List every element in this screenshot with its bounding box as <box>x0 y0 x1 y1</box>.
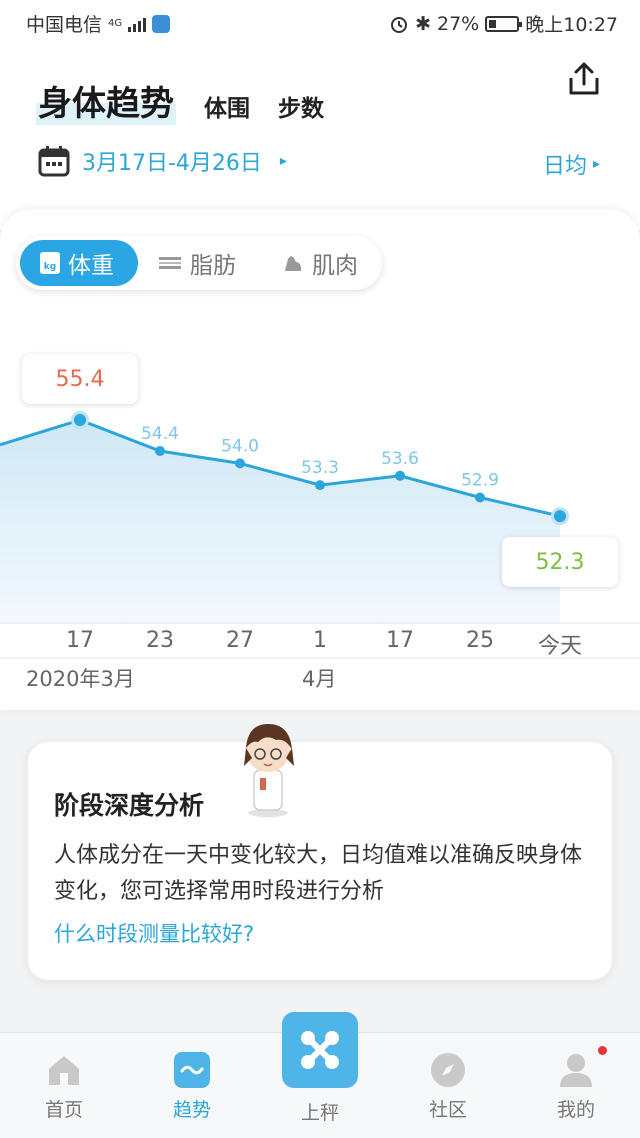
calendar-icon <box>38 146 70 177</box>
nav-trend-label: 趋势 <box>172 1099 211 1121</box>
data-label: 53.3 <box>301 458 339 478</box>
status-right: ✱ 27% 晚上10:27 <box>389 10 618 37</box>
battery-icon <box>485 15 523 32</box>
compass-icon <box>431 1053 465 1087</box>
nav-scale-label: 上秤 <box>300 1102 339 1124</box>
nav-me-label: 我的 <box>556 1099 595 1121</box>
date-range-selector[interactable]: 3月17日-4月26日 ▸ <box>38 145 287 177</box>
data-point[interactable] <box>315 480 325 491</box>
data-label: 54.4 <box>141 424 179 444</box>
status-bar: 中国电信 4G ✱ 27% 晚上10:27 <box>0 0 640 46</box>
daily-average-selector[interactable]: 日均 ▸ <box>543 148 600 180</box>
doctor-avatar-icon <box>244 724 294 817</box>
nav-community-label: 社区 <box>428 1099 467 1121</box>
date-range-label: 3月17日-4月26日 <box>82 151 262 176</box>
battery-percent: 27% <box>437 12 480 35</box>
x-tick-label: 25 <box>466 628 494 653</box>
x-tick-label: 1 <box>313 628 327 653</box>
tab-body-trend[interactable]: 身体趋势 <box>36 76 176 125</box>
signal-icon <box>128 16 147 32</box>
nav-me[interactable]: 我的 <box>526 1033 626 1138</box>
share-icon[interactable] <box>566 60 602 98</box>
chart-card: 54.4 54.0 53.3 53.6 52.9 kg 体重 脂肪 肌肉 55.4 52… <box>0 210 640 710</box>
kg-icon: kg <box>40 252 60 274</box>
data-point[interactable] <box>475 492 485 503</box>
analysis-card: 阶段深度分析 人体成分在一天中变化较大，日均值难以准确反映身体变化，您可选择常用… <box>28 742 612 980</box>
max-value-tooltip: 55.4 <box>22 354 138 404</box>
nav-trend[interactable]: 趋势 <box>142 1033 242 1138</box>
metric-tab-weight-label: 体重 <box>68 253 114 279</box>
analysis-title: 阶段深度分析 <box>54 791 205 820</box>
fat-icon <box>159 257 181 269</box>
bluetooth-icon: ✱ <box>415 12 431 35</box>
notification-dot <box>598 1046 607 1055</box>
data-point[interactable] <box>155 446 165 456</box>
data-point[interactable] <box>395 470 405 481</box>
metric-tab-fat[interactable]: 脂肪 <box>154 240 264 286</box>
muscle-icon <box>285 256 301 271</box>
status-left: 中国电信 4G <box>26 10 171 37</box>
latest-value-tooltip: 52.3 <box>502 537 618 587</box>
network-label: 4G <box>108 17 123 29</box>
x-tick-label: 17 <box>66 628 94 653</box>
metric-segment-control: kg 体重 脂肪 肌肉 <box>16 236 382 290</box>
metric-tab-fat-label: 脂肪 <box>190 253 236 279</box>
x-tick-label: 27 <box>226 628 254 653</box>
user-icon <box>560 1054 592 1087</box>
chart-area-fill <box>0 420 560 623</box>
alarm-icon <box>391 16 408 33</box>
trend-icon <box>174 1052 210 1088</box>
data-label: 52.9 <box>461 471 499 491</box>
month-label-april: 4月 <box>302 667 337 691</box>
scale-icon <box>301 1031 339 1069</box>
scale-button[interactable] <box>282 1012 358 1088</box>
date-arrow-icon: ▸ <box>279 153 287 169</box>
measurement-time-link[interactable]: 什么时段测量比较好? <box>54 918 254 948</box>
metric-tab-muscle-label: 肌肉 <box>312 253 358 279</box>
header-tabs: 身体趋势 体围 步数 <box>36 76 324 125</box>
data-label: 53.6 <box>381 449 419 469</box>
analysis-body: 人体成分在一天中变化较大，日均值难以准确反映身体变化，您可选择常用时段进行分析 <box>54 843 583 904</box>
tab-steps[interactable]: 步数 <box>278 89 324 125</box>
carrier-label: 中国电信 <box>26 14 103 36</box>
nav-community[interactable]: 社区 <box>398 1033 498 1138</box>
x-tick-label: 23 <box>146 628 174 653</box>
month-label-march: 2020年3月 <box>26 667 135 691</box>
x-tick-label: 今天 <box>537 634 583 659</box>
nav-home-label: 首页 <box>44 1099 83 1121</box>
home-icon <box>49 1056 79 1085</box>
nav-home[interactable]: 首页 <box>14 1033 114 1138</box>
tab-girth[interactable]: 体围 <box>204 89 250 125</box>
metric-tab-weight[interactable]: kg 体重 <box>20 240 138 286</box>
data-point[interactable] <box>74 414 86 426</box>
daily-average-arrow-icon: ▸ <box>592 156 600 172</box>
data-point[interactable] <box>554 510 566 523</box>
data-point[interactable] <box>235 458 245 469</box>
daily-average-label: 日均 <box>542 154 587 179</box>
x-tick-label: 17 <box>386 628 414 653</box>
data-label: 54.0 <box>221 436 259 456</box>
battery-fill <box>489 19 497 28</box>
clock: 晚上10:27 <box>525 14 618 36</box>
vpn-shield-icon <box>152 14 171 33</box>
metric-tab-muscle[interactable]: 肌肉 <box>278 240 382 286</box>
